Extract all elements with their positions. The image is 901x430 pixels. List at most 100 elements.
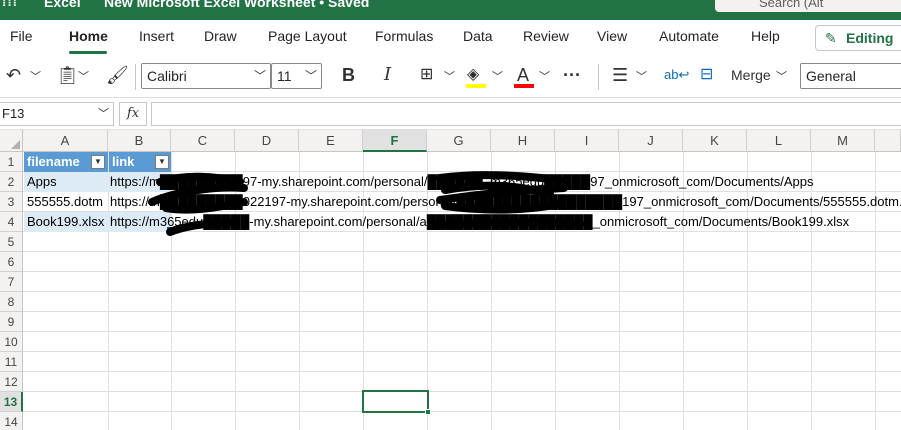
number-format-dropdown[interactable]: General: [800, 63, 901, 89]
font-color-icon[interactable]: A: [517, 65, 529, 85]
app-name: Excel: [44, 0, 81, 10]
row-header-14[interactable]: 14: [0, 412, 23, 430]
paste-chevron-down-icon[interactable]: ﹀: [78, 68, 89, 84]
row-header-11[interactable]: 11: [0, 352, 23, 372]
cell-b3[interactable]: https://m█████████022197-my.sharepoint.c…: [106, 192, 901, 212]
gridline: [23, 351, 901, 352]
font-size-value: 11: [277, 68, 292, 84]
font-name-value: Calibri: [147, 68, 187, 84]
tab-automate[interactable]: Automate: [659, 28, 719, 44]
row-header-8[interactable]: 8: [0, 292, 23, 312]
tab-formulas[interactable]: Formulas: [375, 28, 433, 44]
font-name-dropdown[interactable]: Calibri ﹀: [141, 63, 271, 89]
search-box[interactable]: Search (Alt: [715, 0, 901, 12]
row-header-3[interactable]: 3: [0, 192, 23, 212]
chevron-down-icon: ﹀: [98, 108, 109, 120]
select-all-corner[interactable]: [0, 130, 23, 152]
tab-insert[interactable]: Insert: [139, 28, 174, 44]
fill-handle[interactable]: [425, 409, 431, 415]
column-header-f[interactable]: F: [363, 130, 427, 152]
chevron-down-icon: ﹀: [253, 69, 266, 83]
ribbon-divider: [135, 64, 136, 90]
table-resize-handle[interactable]: [167, 227, 172, 232]
row-header-5[interactable]: 5: [0, 232, 23, 252]
cell-b4[interactable]: https://m365edu█████-my.sharepoint.com/p…: [106, 212, 849, 232]
fill-chevron-down-icon[interactable]: ﹀: [492, 68, 503, 84]
cell-a2[interactable]: Apps: [23, 172, 57, 192]
font-color-chevron-down-icon[interactable]: ﹀: [539, 68, 550, 84]
pencil-icon: ✎: [825, 30, 837, 46]
tab-view[interactable]: View: [597, 28, 627, 44]
paintbrush-icon[interactable]: 🖌︎: [106, 65, 129, 85]
fill-color-icon[interactable]: ◈: [467, 65, 479, 85]
gridline: [23, 331, 901, 332]
row-header-13[interactable]: 13: [0, 392, 23, 412]
align-icon[interactable]: ☰: [612, 65, 628, 85]
gridline: [23, 371, 901, 372]
undo-icon[interactable]: ↶: [6, 65, 21, 85]
borders-icon[interactable]: ⊞: [420, 65, 433, 85]
merge-chevron-down-icon[interactable]: ﹀: [776, 68, 787, 84]
font-size-dropdown[interactable]: 11 ﹀: [271, 63, 322, 89]
cell-a4[interactable]: Book199.xlsx: [23, 212, 104, 232]
row-header-12[interactable]: 12: [0, 372, 23, 392]
formula-input[interactable]: [151, 102, 901, 126]
wrap-text-icon[interactable]: ab↩: [664, 65, 689, 85]
row-header-9[interactable]: 9: [0, 312, 23, 332]
font-color-swatch: [514, 84, 534, 88]
row-header-4[interactable]: 4: [0, 212, 23, 232]
row-header-1[interactable]: 1: [0, 152, 23, 172]
column-header-l[interactable]: L: [747, 130, 811, 152]
insert-function-button[interactable]: fx: [119, 102, 147, 126]
gridline: [23, 411, 901, 412]
column-header-a[interactable]: A: [23, 130, 108, 152]
cell-a3[interactable]: 555555.dotm: [23, 192, 103, 212]
formula-bar: F13 ﹀ fx: [0, 98, 901, 130]
cell-b2[interactable]: https://m█████████97-my.sharepoint.com/p…: [106, 172, 814, 192]
tab-draw[interactable]: Draw: [204, 28, 237, 44]
column-header-h[interactable]: H: [491, 130, 555, 152]
ribbon-toolbar: ↶ ﹀ 📋︎ ﹀ 🖌︎ Calibri ﹀ 11 ﹀ B I ⊞ ﹀ ◈ ﹀ A…: [0, 54, 901, 98]
column-header-m[interactable]: M: [811, 130, 875, 152]
bold-button[interactable]: B: [342, 65, 355, 85]
tab-page-layout[interactable]: Page Layout: [268, 28, 347, 44]
gridline: [23, 271, 901, 272]
row-header-10[interactable]: 10: [0, 332, 23, 352]
tab-home[interactable]: Home: [69, 28, 108, 44]
italic-button[interactable]: I: [384, 65, 391, 85]
active-cell-f13[interactable]: [362, 390, 431, 415]
tab-help[interactable]: Help: [751, 28, 780, 44]
filter-dropdown-icon[interactable]: ▼: [91, 155, 105, 169]
borders-chevron-down-icon[interactable]: ﹀: [444, 68, 455, 84]
document-title[interactable]: New Microsoft Excel Worksheet • Saved: [104, 0, 369, 10]
app-launcher-icon[interactable]: ⁞⁞⁞: [2, 0, 18, 9]
editing-mode-button[interactable]: ✎ Editing: [815, 25, 901, 51]
filter-dropdown-icon[interactable]: ▼: [155, 155, 169, 169]
column-header-b[interactable]: B: [108, 130, 171, 152]
merge-icon[interactable]: ⊟: [700, 65, 713, 85]
column-header-e[interactable]: E: [299, 130, 363, 152]
merge-label[interactable]: Merge: [731, 65, 771, 85]
column-header-k[interactable]: K: [683, 130, 747, 152]
column-header-i[interactable]: I: [555, 130, 619, 152]
select-all-triangle-icon: [11, 140, 20, 149]
column-header-d[interactable]: D: [235, 130, 299, 152]
tab-review[interactable]: Review: [523, 28, 569, 44]
worksheet-grid[interactable]: A B C D E F G H I J K L M 1 2 3 4 5 6 7 …: [0, 130, 901, 430]
column-header-j[interactable]: J: [619, 130, 683, 152]
more-options-icon[interactable]: ···: [563, 65, 581, 85]
undo-chevron-down-icon[interactable]: ﹀: [30, 68, 41, 84]
column-header-c[interactable]: C: [171, 130, 235, 152]
row-header-6[interactable]: 6: [0, 252, 23, 272]
row-header-2[interactable]: 2: [0, 172, 23, 192]
tab-file[interactable]: File: [10, 28, 33, 44]
row-header-7[interactable]: 7: [0, 272, 23, 292]
fill-color-swatch: [466, 84, 486, 88]
name-box[interactable]: F13 ﹀: [0, 102, 114, 126]
menu-tabs: File Home Insert Draw Page Layout Formul…: [0, 20, 901, 54]
tab-data[interactable]: Data: [463, 28, 493, 44]
clipboard-icon[interactable]: 📋︎: [56, 65, 79, 85]
column-header-g[interactable]: G: [427, 130, 491, 152]
chevron-down-icon: ﹀: [304, 69, 317, 83]
align-chevron-down-icon[interactable]: ﹀: [636, 68, 647, 84]
